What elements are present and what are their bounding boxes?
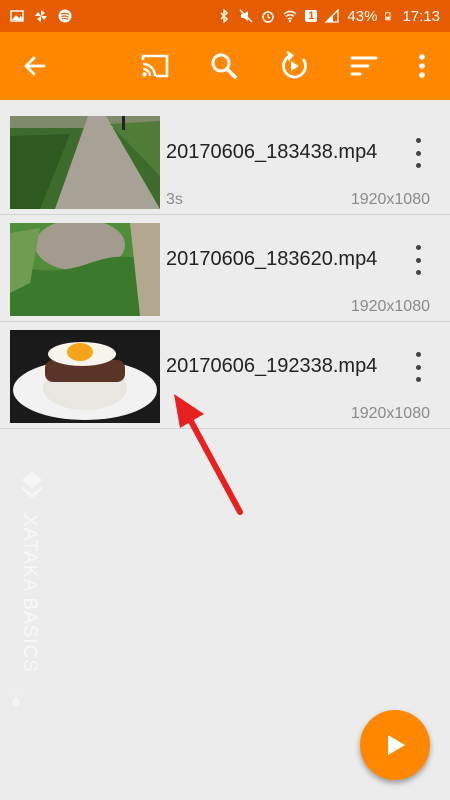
play-icon bbox=[388, 735, 405, 755]
annotation-arrow bbox=[174, 394, 243, 515]
watermark-text: XATAKA BASICS bbox=[19, 514, 40, 673]
watermark-logo: XATAKA BASICS bbox=[12, 472, 43, 707]
play-fab[interactable] bbox=[360, 710, 430, 780]
